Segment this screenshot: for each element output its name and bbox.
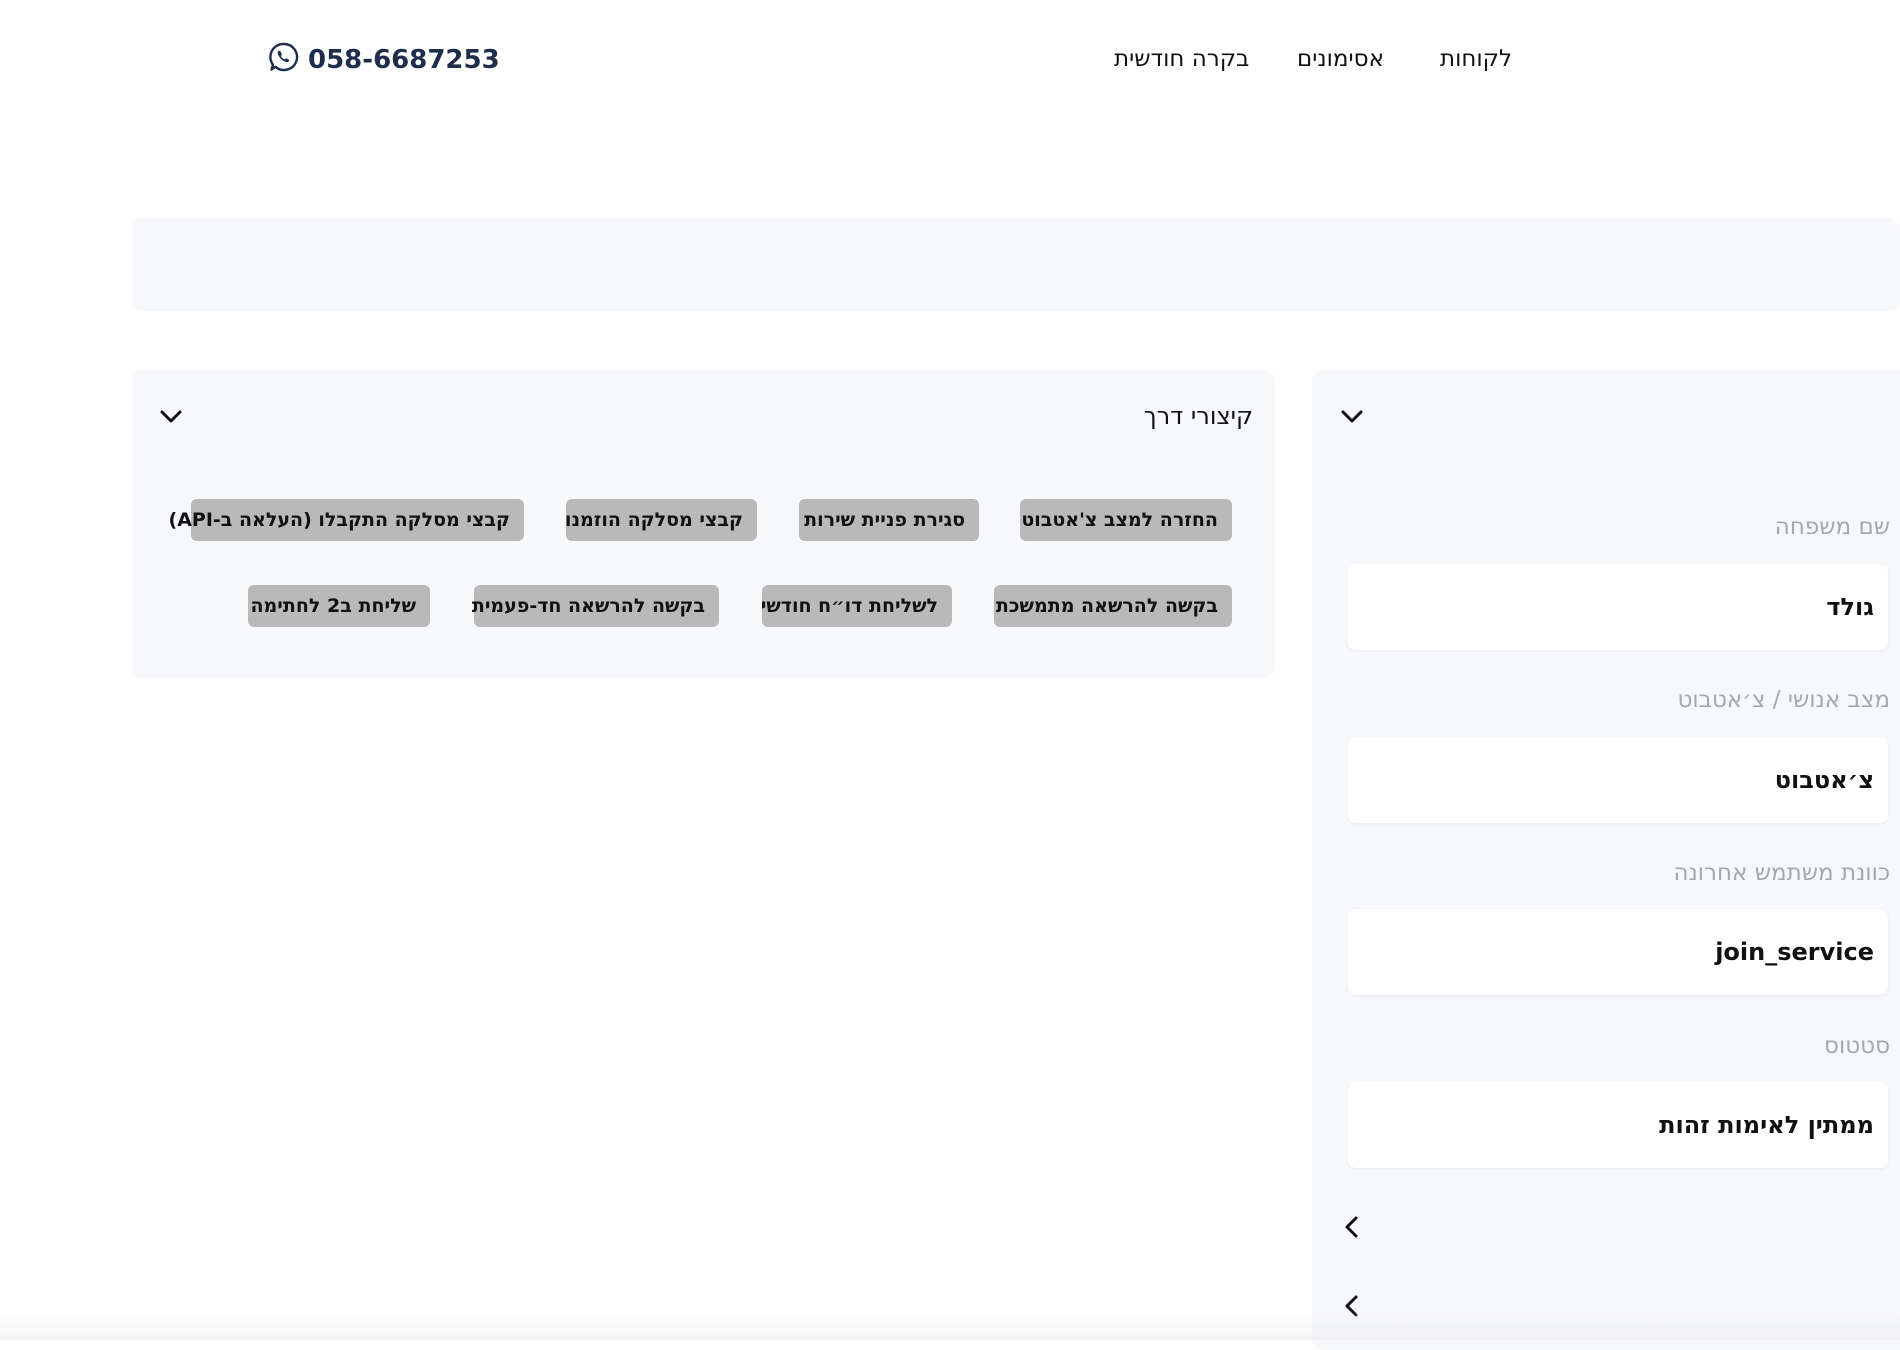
last-user-intent-label: כוונת משתמש אחרונה <box>1673 860 1890 886</box>
shortcut-clearing-files-ordered-button[interactable]: קבצי מסלקה הוזמנו <box>565 499 757 541</box>
shortcuts-title: קיצורי דרך <box>1143 402 1253 430</box>
shortcut-return-to-chatbot-button[interactable]: החזרה למצב צ'אטבוט <box>1020 499 1232 541</box>
nav-link-monthly-control[interactable]: בקרה חודשית <box>1114 46 1249 72</box>
chevron-down-icon[interactable] <box>157 402 185 430</box>
human-chatbot-mode-label: מצב אנושי / צ׳אטבוט <box>1677 687 1890 713</box>
status-label: סטטוס <box>1824 1033 1890 1059</box>
last-user-intent-field[interactable]: join_service <box>1348 909 1888 995</box>
last-name-label: שם משפחה <box>1774 514 1890 540</box>
status-field[interactable]: ממתין לאימות זהות <box>1348 1082 1888 1168</box>
nav-link-customers[interactable]: לקוחות <box>1440 46 1512 72</box>
last-name-value: גולד <box>1826 593 1874 621</box>
chevron-left-icon[interactable] <box>1338 1213 1366 1241</box>
shortcut-send-b2-for-signature-button[interactable]: שליחת ב2 לחתימה <box>248 585 430 627</box>
nav-link-tokens[interactable]: אסימונים <box>1297 46 1384 72</box>
shortcut-close-service-request-button[interactable]: סגירת פניית שירות <box>799 499 979 541</box>
human-chatbot-mode-value: צ׳אטבוט <box>1774 766 1874 794</box>
last-user-intent-value: join_service <box>1715 938 1874 966</box>
shortcut-send-monthly-report-button[interactable]: לשליחת דו״ח חודשי <box>761 585 952 627</box>
phone-contact[interactable]: 058-6687253 <box>268 42 500 78</box>
phone-number: 058-6687253 <box>308 45 500 75</box>
chevron-down-icon[interactable] <box>1338 402 1366 430</box>
shortcuts-panel: קיצורי דרך החזרה למצב צ'אטבוט סגירת פניי… <box>131 370 1275 678</box>
last-name-field[interactable]: גולד <box>1348 564 1888 650</box>
bottom-fade <box>0 1310 1900 1340</box>
shortcut-request-recurring-permission-button[interactable]: בקשה להרשאה מתמשכת <box>994 585 1232 627</box>
customer-details-panel: שם משפחה גולד מצב אנושי / צ׳אטבוט צ׳אטבו… <box>1312 370 1900 1350</box>
shortcut-clearing-files-received-button[interactable]: קבצי מסלקה התקבלו (העלאה ב-API) <box>169 499 524 541</box>
search-bar-area <box>131 218 1900 311</box>
status-value: ממתין לאימות זהות <box>1659 1111 1874 1139</box>
human-chatbot-mode-field[interactable]: צ׳אטבוט <box>1348 737 1888 823</box>
shortcut-request-one-time-permission-button[interactable]: בקשה להרשאה חד-פעמית <box>472 585 719 627</box>
whatsapp-icon <box>268 41 300 80</box>
